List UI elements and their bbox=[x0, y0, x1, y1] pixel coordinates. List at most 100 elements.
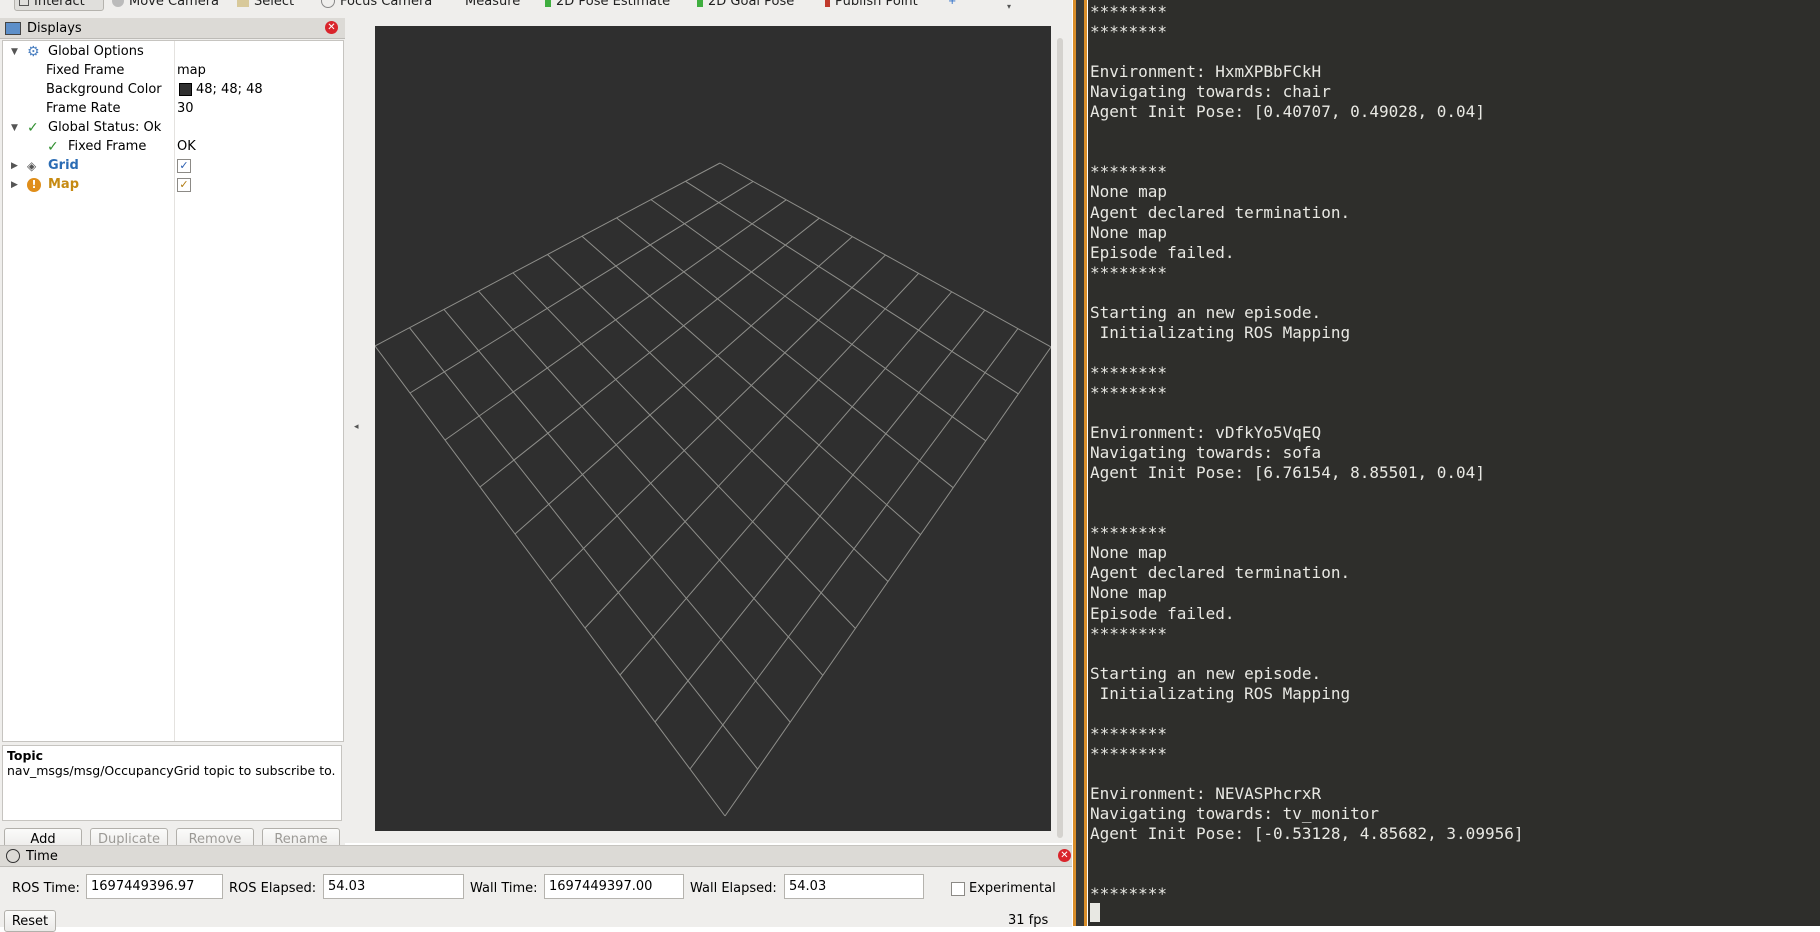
grid-line bbox=[654, 309, 986, 723]
topic-description: nav_msgs/msg/OccupancyGrid topic to subs… bbox=[7, 763, 336, 778]
chevron-down-icon[interactable]: ▾ bbox=[1007, 2, 1011, 11]
terminal-line: ******** bbox=[1090, 723, 1168, 743]
map-checkbox[interactable]: ✓ bbox=[177, 177, 191, 192]
grid-line bbox=[689, 328, 1019, 770]
tool-move-camera[interactable]: Move Camera bbox=[112, 0, 219, 11]
topic-title: Topic bbox=[7, 748, 44, 763]
tree-row-grid[interactable]: ▶ ◈ Grid ✓ bbox=[3, 156, 343, 175]
select-icon bbox=[237, 0, 249, 7]
terminal-line: Environment: vDfkYo5VqEQ bbox=[1090, 423, 1322, 443]
grid-line bbox=[478, 290, 824, 676]
close-icon[interactable]: ✕ bbox=[1058, 849, 1071, 862]
terminal-line: Environment: HxmXPBbFCkH bbox=[1090, 62, 1322, 82]
tool-interact[interactable]: Interact bbox=[14, 0, 104, 11]
clock-icon bbox=[6, 849, 20, 863]
grid-icon: ◈ bbox=[27, 158, 37, 173]
tree-row-fixed-frame[interactable]: Fixed Frame map bbox=[3, 61, 343, 80]
terminal-line: None map bbox=[1090, 543, 1168, 563]
goal-arrow-icon bbox=[697, 0, 703, 7]
terminal-window[interactable]: ******** ******** Environment: HxmXPBbFCkH… bbox=[1088, 0, 1820, 926]
interact-icon bbox=[19, 0, 29, 6]
tree-row-status-fixed-frame[interactable]: ✓ Fixed Frame OK bbox=[3, 137, 343, 156]
terminal-line: ******** bbox=[1090, 382, 1168, 402]
grid-line bbox=[724, 346, 1052, 817]
terminal-line: Agent declared termination. bbox=[1090, 202, 1351, 222]
terminal-line: Episode failed. bbox=[1090, 242, 1235, 262]
tree-row-frame-rate[interactable]: Frame Rate 30 bbox=[3, 99, 343, 118]
time-title: Time bbox=[26, 848, 58, 864]
tool-focus-camera[interactable]: Focus Camera bbox=[321, 0, 432, 11]
terminal-line: Initializating ROS Mapping bbox=[1090, 683, 1351, 703]
check-icon: ✓ bbox=[47, 138, 59, 155]
displays-header: Displays bbox=[0, 18, 345, 39]
experimental-checkbox[interactable] bbox=[951, 882, 965, 896]
terminal-line: Navigating towards: sofa bbox=[1090, 443, 1322, 463]
ros-time-field[interactable]: 1697449396.97 bbox=[86, 874, 223, 899]
grid-line bbox=[619, 291, 953, 676]
grid-line bbox=[409, 327, 758, 770]
tool-2d-goal-pose[interactable]: 2D Goal Pose bbox=[697, 0, 794, 11]
grid-display bbox=[374, 162, 1052, 817]
focus-camera-icon bbox=[321, 0, 335, 8]
time-header: Time bbox=[0, 846, 1072, 867]
tool-2d-pose-estimate[interactable]: 2D Pose Estimate bbox=[545, 0, 670, 11]
terminal-cursor bbox=[1090, 903, 1100, 922]
color-swatch[interactable] bbox=[179, 83, 192, 96]
grid-checkbox[interactable]: ✓ bbox=[177, 158, 191, 173]
terminal-line: None map bbox=[1090, 182, 1168, 202]
terminal-line: ******** bbox=[1090, 743, 1168, 763]
chevron-down-icon[interactable]: ▼ bbox=[11, 123, 18, 133]
collapse-left-icon[interactable]: ◂ bbox=[354, 422, 359, 432]
tool-select[interactable]: Select bbox=[237, 0, 294, 11]
tree-row-map[interactable]: ▶ ! Map ✓ bbox=[3, 175, 343, 194]
pose-arrow-icon bbox=[545, 0, 551, 7]
terminal-line: ******** bbox=[1090, 623, 1168, 643]
terminal-scrollbar[interactable] bbox=[1076, 0, 1084, 926]
scrollbar[interactable] bbox=[1057, 38, 1063, 838]
ros-elapsed-field[interactable]: 54.03 bbox=[323, 874, 464, 899]
terminal-line: ******** bbox=[1090, 2, 1168, 21]
warning-icon: ! bbox=[27, 177, 41, 192]
tree-row-background-color[interactable]: Background Color 48; 48; 48 bbox=[3, 80, 343, 99]
terminal-line: None map bbox=[1090, 583, 1168, 603]
tool-publish-point[interactable]: Publish Point bbox=[825, 0, 918, 11]
topic-description-box: Topic nav_msgs/msg/OccupancyGrid topic t… bbox=[2, 745, 342, 821]
terminal-line: Navigating towards: tv_monitor bbox=[1090, 804, 1379, 823]
terminal-line: ******** bbox=[1090, 22, 1168, 42]
terminal-line: ******** bbox=[1090, 523, 1168, 543]
frame-rate-value[interactable]: 30 bbox=[177, 101, 194, 116]
close-icon[interactable]: ✕ bbox=[325, 21, 338, 34]
move-camera-icon bbox=[112, 0, 124, 7]
wall-elapsed-field[interactable]: 54.03 bbox=[784, 874, 924, 899]
3d-viewport[interactable] bbox=[374, 26, 1052, 831]
time-panel: Time ✕ ROS Time: 1697449396.97 ROS Elaps… bbox=[0, 845, 1072, 932]
chevron-right-icon[interactable]: ▶ bbox=[11, 161, 18, 171]
terminal-line: Agent declared termination. bbox=[1090, 563, 1351, 583]
tool-measure[interactable]: Measure bbox=[448, 0, 520, 11]
grid-line bbox=[374, 345, 726, 817]
background-color-value[interactable]: 48; 48; 48 bbox=[196, 82, 263, 97]
tree-row-global-options[interactable]: ▼ ⚙ Global Options bbox=[3, 42, 343, 61]
terminal-line: Agent Init Pose: [0.40707, 0.49028, 0.04… bbox=[1090, 102, 1485, 122]
measure-icon bbox=[448, 0, 460, 7]
monitor-icon bbox=[5, 21, 21, 35]
plus-icon[interactable]: + bbox=[948, 0, 958, 7]
terminal-line: ******** bbox=[1090, 262, 1168, 282]
displays-panel: Displays ✕ ▼ ⚙ Global Options Fixed Fram… bbox=[0, 18, 345, 926]
chevron-right-icon[interactable]: ▶ bbox=[11, 180, 18, 190]
terminal-line: Starting an new episode. bbox=[1090, 302, 1322, 322]
terminal-line: Initializating ROS Mapping bbox=[1090, 322, 1351, 342]
terminal-line: ******** bbox=[1090, 162, 1168, 182]
rviz-toolbar: Interact Move Camera Select Focus Camera… bbox=[0, 0, 1072, 19]
grid-line bbox=[549, 254, 886, 582]
terminal-line: Navigating towards: chair bbox=[1090, 82, 1331, 102]
pin-icon bbox=[825, 0, 830, 7]
terminal-line: Starting an new episode. bbox=[1090, 663, 1322, 683]
fixed-frame-value[interactable]: map bbox=[177, 63, 206, 78]
wall-time-field[interactable]: 1697449397.00 bbox=[544, 874, 684, 899]
terminal-line: ******** bbox=[1090, 884, 1168, 904]
render-frame: ◂ ▸ bbox=[345, 18, 1072, 843]
reset-button[interactable]: Reset bbox=[4, 910, 56, 932]
chevron-down-icon[interactable]: ▼ bbox=[11, 47, 18, 57]
tree-row-global-status[interactable]: ▼ ✓ Global Status: Ok bbox=[3, 118, 343, 137]
